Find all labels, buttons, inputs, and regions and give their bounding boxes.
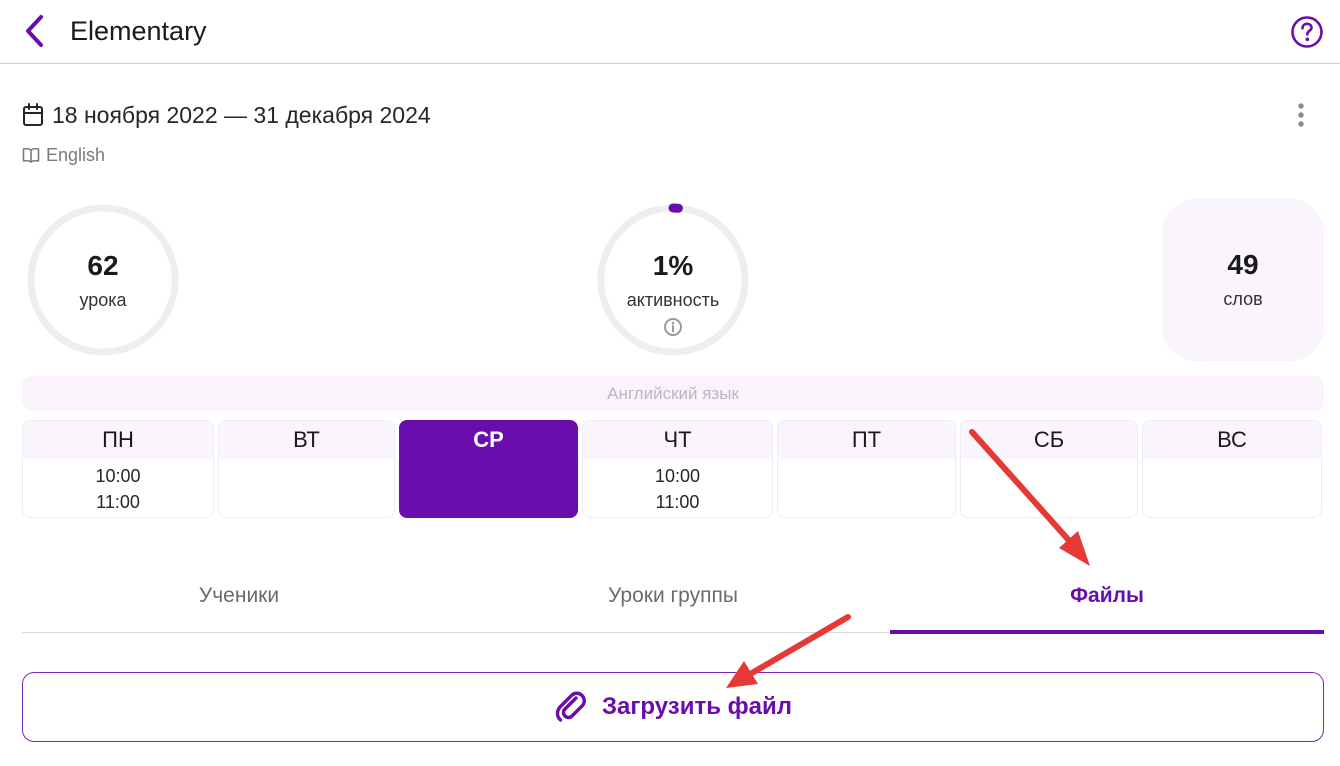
group-language: English <box>22 144 105 166</box>
top-bar: Elementary <box>0 0 1340 64</box>
active-tab-indicator <box>890 630 1324 634</box>
schedule-day-tue[interactable]: ВТ <box>218 420 395 518</box>
schedule-day-thu[interactable]: ЧТ 10:00 11:00 <box>582 420 773 518</box>
day-name: ВС <box>1143 421 1321 459</box>
dates-label: 18 ноября 2022 — 31 декабря 2024 <box>52 101 431 128</box>
day-name: СР <box>400 421 577 459</box>
tab-group-lessons[interactable]: Уроки группы <box>456 572 890 620</box>
words-label: слов <box>1223 289 1263 309</box>
language-label: English <box>46 144 106 165</box>
day-name: ПТ <box>778 421 955 459</box>
help-button[interactable] <box>1290 15 1324 49</box>
lessons-label: урока <box>79 290 127 310</box>
activity-label: активность <box>626 290 720 310</box>
day-time: 10:00 <box>654 466 701 486</box>
book-icon <box>22 147 40 163</box>
lessons-stat: 62 урока <box>25 202 181 358</box>
page-title: Elementary <box>70 16 207 46</box>
day-time: 11:00 <box>96 492 140 512</box>
upload-file-label: Загрузить файл <box>602 693 792 720</box>
day-name: ВТ <box>219 421 394 459</box>
more-menu-button[interactable] <box>1290 100 1312 130</box>
tab-files[interactable]: Файлы <box>890 572 1324 620</box>
subject-bar: Английский язык <box>22 376 1324 411</box>
schedule-day-wed[interactable]: СР <box>399 420 578 518</box>
paperclip-icon <box>555 691 586 722</box>
back-button[interactable] <box>18 12 52 50</box>
lessons-count: 62 <box>87 250 119 281</box>
activity-stat: 1% активность <box>595 202 751 358</box>
chevron-left-icon <box>26 15 43 47</box>
info-icon <box>664 318 682 336</box>
schedule-day-sat[interactable]: СБ <box>960 420 1138 518</box>
day-times: 10:00 11:00 <box>23 459 213 515</box>
more-vertical-icon <box>1298 103 1304 127</box>
help-circle-icon <box>1291 16 1323 48</box>
day-time: 11:00 <box>655 492 700 512</box>
day-times: 10:00 11:00 <box>583 459 772 515</box>
activity-info-button[interactable] <box>663 317 683 337</box>
day-name: ЧТ <box>583 421 772 459</box>
day-time: 10:00 <box>95 466 141 486</box>
schedule-day-fri[interactable]: ПТ <box>777 420 956 518</box>
group-dates: 18 ноября 2022 — 31 декабря 2024 <box>22 100 431 130</box>
day-name: ПН <box>23 421 213 459</box>
activity-percent: 1% <box>652 250 694 281</box>
day-name: СБ <box>961 421 1137 459</box>
upload-file-button[interactable]: Загрузить файл <box>22 672 1324 742</box>
words-stat: 49 слов <box>1162 199 1324 361</box>
calendar-icon <box>23 103 43 126</box>
tab-students[interactable]: Ученики <box>22 572 456 620</box>
schedule-day-mon[interactable]: ПН 10:00 11:00 <box>22 420 214 518</box>
words-count: 49 <box>1227 249 1259 280</box>
schedule-day-sun[interactable]: ВС <box>1142 420 1322 518</box>
